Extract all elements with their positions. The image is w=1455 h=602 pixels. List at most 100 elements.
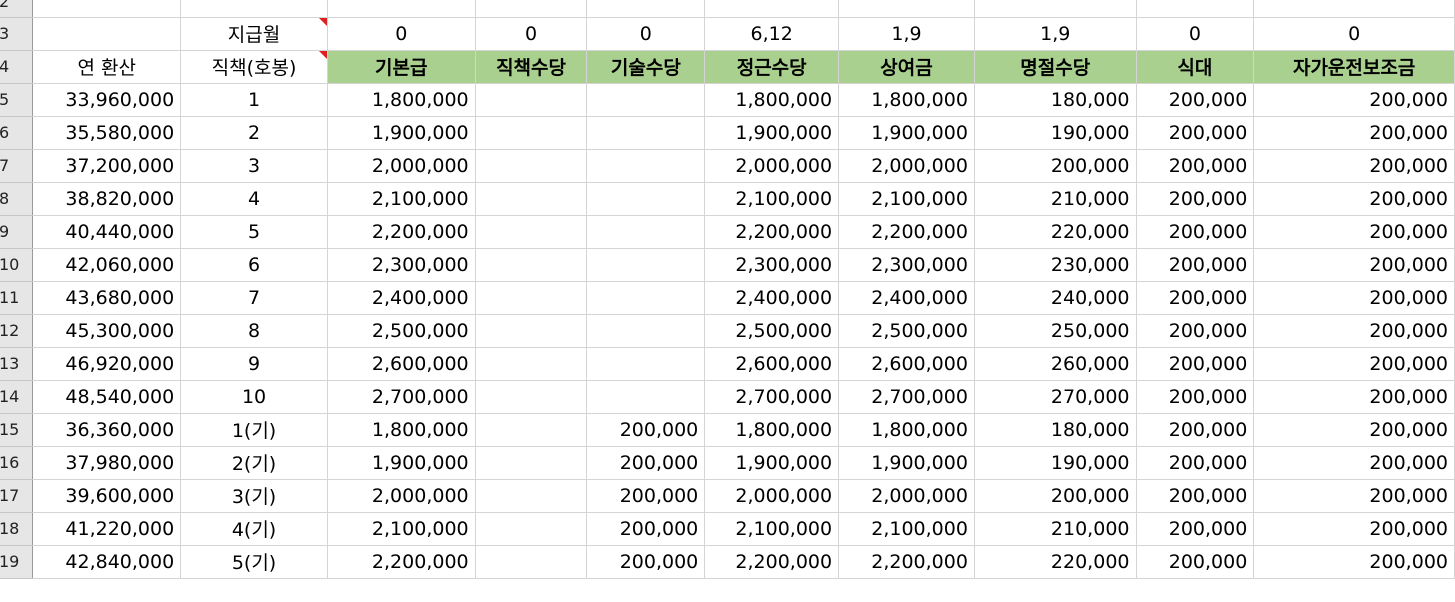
cell[interactable]: 46,920,000: [32, 347, 182, 381]
cell[interactable]: 7: [180, 281, 328, 315]
cell[interactable]: 3(기): [180, 479, 328, 513]
cell[interactable]: 2,100,000: [327, 512, 476, 546]
column-header-cell[interactable]: 자가운전보조금: [1253, 50, 1455, 84]
cell[interactable]: 200,000: [1253, 479, 1455, 513]
cell[interactable]: 2,000,000: [704, 149, 840, 183]
cell[interactable]: 35,580,000: [32, 116, 182, 150]
row-header[interactable]: 6: [0, 116, 34, 150]
position-label-cell[interactable]: 직책(호봉): [180, 50, 328, 84]
cell[interactable]: 200,000: [1136, 347, 1255, 381]
cell[interactable]: 200,000: [1253, 413, 1455, 447]
cell[interactable]: 200,000: [1253, 83, 1455, 117]
row-header[interactable]: 16: [0, 446, 34, 480]
row-header[interactable]: 15: [0, 413, 34, 447]
row-header[interactable]: 13: [0, 347, 34, 381]
cell[interactable]: 240,000: [974, 281, 1137, 315]
cell[interactable]: 1,900,000: [838, 446, 975, 480]
row-header[interactable]: 10: [0, 248, 34, 282]
row-header[interactable]: 11: [0, 281, 34, 315]
cell[interactable]: [1253, 0, 1455, 18]
row-header[interactable]: 5: [0, 83, 34, 117]
column-header-cell[interactable]: 상여금: [838, 50, 975, 84]
cell[interactable]: [32, 17, 182, 51]
cell[interactable]: 42,840,000: [32, 545, 182, 579]
cell[interactable]: 200,000: [1136, 116, 1255, 150]
comment-indicator-icon[interactable]: [318, 50, 327, 59]
cell[interactable]: 190,000: [974, 116, 1137, 150]
cell[interactable]: 1(기): [180, 413, 328, 447]
cell[interactable]: [586, 314, 706, 348]
cell[interactable]: 200,000: [586, 479, 706, 513]
cell[interactable]: 200,000: [1253, 347, 1455, 381]
cell[interactable]: 10: [180, 380, 328, 414]
cell[interactable]: [475, 413, 588, 447]
cell[interactable]: 200,000: [1253, 314, 1455, 348]
row-header[interactable]: 7: [0, 149, 34, 183]
cell[interactable]: [586, 215, 706, 249]
cell[interactable]: 200,000: [1253, 182, 1455, 216]
cell[interactable]: 6: [180, 248, 328, 282]
cell[interactable]: 2,400,000: [838, 281, 975, 315]
cell[interactable]: 33,960,000: [32, 83, 182, 117]
cell[interactable]: 200,000: [1253, 149, 1455, 183]
cell[interactable]: [586, 281, 706, 315]
cell[interactable]: 1,800,000: [327, 83, 476, 117]
cell[interactable]: 2,200,000: [327, 215, 476, 249]
column-header-cell[interactable]: 기술수당: [586, 50, 706, 84]
row-header[interactable]: 2: [0, 0, 34, 18]
cell[interactable]: 2,400,000: [327, 281, 476, 315]
cell[interactable]: 37,200,000: [32, 149, 182, 183]
cell[interactable]: 39,600,000: [32, 479, 182, 513]
payment-month-cell[interactable]: 6,12: [704, 17, 840, 51]
cell[interactable]: 210,000: [974, 182, 1137, 216]
row-header[interactable]: 3: [0, 17, 34, 51]
cell[interactable]: 180,000: [974, 83, 1137, 117]
cell[interactable]: 200,000: [1253, 512, 1455, 546]
cell[interactable]: 2,600,000: [838, 347, 975, 381]
cell[interactable]: 2,300,000: [838, 248, 975, 282]
cell[interactable]: 48,540,000: [32, 380, 182, 414]
cell[interactable]: 2,100,000: [704, 182, 840, 216]
cell[interactable]: 5: [180, 215, 328, 249]
cell[interactable]: [32, 0, 182, 18]
cell[interactable]: [586, 116, 706, 150]
cell[interactable]: 2,100,000: [704, 512, 840, 546]
cell[interactable]: 2,100,000: [838, 512, 975, 546]
row-header[interactable]: 18: [0, 512, 34, 546]
cell[interactable]: 2,500,000: [327, 314, 476, 348]
cell[interactable]: 2,300,000: [704, 248, 840, 282]
cell[interactable]: 2,200,000: [327, 545, 476, 579]
cell[interactable]: 40,440,000: [32, 215, 182, 249]
cell[interactable]: [475, 314, 588, 348]
cell[interactable]: 36,360,000: [32, 413, 182, 447]
cell[interactable]: 200,000: [1136, 446, 1255, 480]
cell[interactable]: 43,680,000: [32, 281, 182, 315]
cell[interactable]: 1,800,000: [704, 83, 840, 117]
cell[interactable]: 3: [180, 149, 328, 183]
cell[interactable]: 1,800,000: [838, 413, 975, 447]
cell[interactable]: [475, 479, 588, 513]
cell[interactable]: 200,000: [1136, 545, 1255, 579]
cell[interactable]: 200,000: [1136, 281, 1255, 315]
cell[interactable]: [586, 347, 706, 381]
cell[interactable]: 2: [180, 116, 328, 150]
cell[interactable]: 2,100,000: [838, 182, 975, 216]
cell[interactable]: 2,200,000: [838, 215, 975, 249]
payment-month-cell[interactable]: 0: [586, 17, 706, 51]
cell[interactable]: 1,900,000: [327, 446, 476, 480]
cell[interactable]: [475, 347, 588, 381]
cell[interactable]: [180, 0, 328, 18]
cell[interactable]: 200,000: [974, 149, 1137, 183]
cell[interactable]: 1: [180, 83, 328, 117]
cell[interactable]: [838, 0, 975, 18]
cell[interactable]: [704, 0, 840, 18]
cell[interactable]: 200,000: [1253, 248, 1455, 282]
cell[interactable]: [327, 0, 476, 18]
cell[interactable]: 1,900,000: [838, 116, 975, 150]
cell[interactable]: 200,000: [1136, 83, 1255, 117]
cell[interactable]: 200,000: [1136, 479, 1255, 513]
cell[interactable]: [475, 512, 588, 546]
cell[interactable]: 200,000: [586, 545, 706, 579]
cell[interactable]: 2,000,000: [838, 149, 975, 183]
row-header[interactable]: 19: [0, 545, 34, 579]
